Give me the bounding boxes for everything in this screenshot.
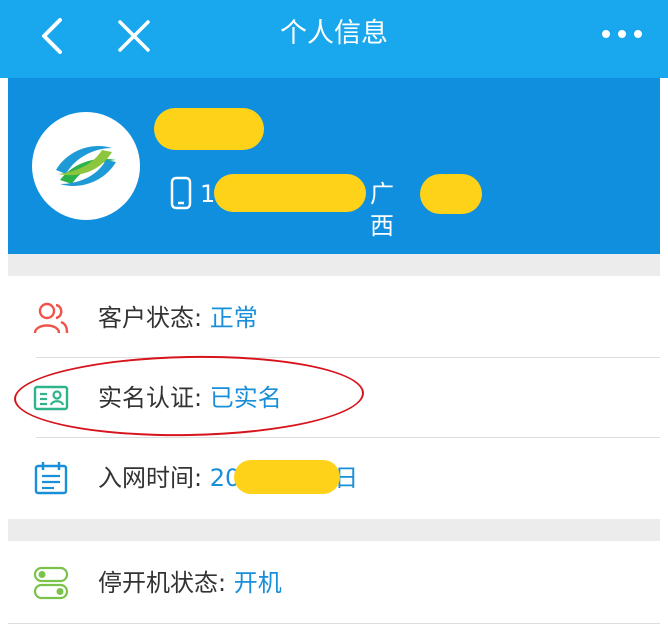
more-dots-icon (602, 30, 642, 38)
customer-status-label: 客户状态: (98, 304, 203, 332)
calendar-icon (34, 462, 68, 495)
top-nav-bar: 个人信息 (0, 0, 668, 78)
section-gap (8, 254, 660, 276)
name-redaction (154, 108, 264, 150)
power-status-value: 开机 (233, 569, 282, 597)
phone-number-prefix: 1 (200, 180, 216, 208)
info-row-customer-status[interactable]: 客户状态: 正常 (8, 278, 660, 358)
province-label: 广西 (370, 180, 394, 240)
section-gap (8, 519, 660, 541)
page-title: 个人信息 (280, 18, 388, 49)
customer-status-value: 正常 (209, 304, 258, 332)
info-row-power-status[interactable]: 停开机状态: 开机 (8, 543, 660, 623)
more-button[interactable] (600, 26, 644, 42)
join-time-value: 20 日 (210, 460, 358, 494)
join-time-text: 入网时间: 20 日 (98, 460, 358, 496)
toggle-icon (33, 566, 69, 600)
join-date-redaction (234, 460, 341, 494)
users-icon (33, 302, 69, 334)
power-status-label: 停开机状态: (98, 569, 227, 597)
city-redaction (420, 174, 482, 214)
phone-icon (170, 176, 192, 210)
china-mobile-logo-icon (56, 146, 116, 186)
phone-number-redaction (214, 174, 366, 212)
customer-status-text: 客户状态: 正常 (98, 300, 258, 336)
power-status-text: 停开机状态: 开机 (98, 565, 282, 601)
info-row-network-join-time[interactable]: 入网时间: 20 日 (8, 438, 660, 518)
profile-header: 1 广西 (8, 78, 660, 254)
avatar (32, 112, 140, 220)
divider (8, 623, 660, 624)
join-time-label: 入网时间: (98, 464, 203, 492)
